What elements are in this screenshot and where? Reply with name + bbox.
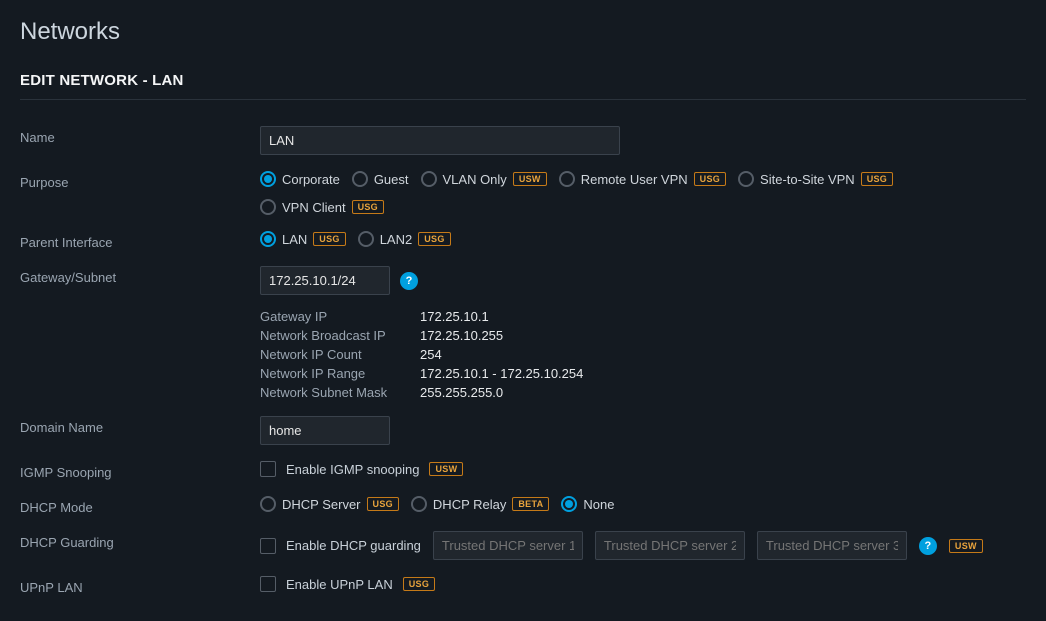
radio-label: Corporate <box>282 172 340 187</box>
name-input[interactable] <box>260 126 620 155</box>
radio-label: LAN2 <box>380 232 413 247</box>
row-dhcp-mode: DHCP Mode DHCP Server USG DHCP Relay BET… <box>20 496 1026 515</box>
radio-icon <box>738 171 754 187</box>
igmp-snooping-checkbox[interactable] <box>260 461 276 477</box>
label-name: Name <box>20 126 260 145</box>
edit-network-form: Name Purpose Corporate Guest VLAN Only U… <box>0 100 1046 621</box>
radio-label: LAN <box>282 232 307 247</box>
row-name: Name <box>20 126 1026 155</box>
dhcp-relay[interactable]: DHCP Relay BETA <box>411 496 550 512</box>
purpose-guest[interactable]: Guest <box>352 171 409 187</box>
purpose-vlan-only[interactable]: VLAN Only USW <box>421 171 547 187</box>
dhcp-server[interactable]: DHCP Server USG <box>260 496 399 512</box>
row-parent-interface: Parent Interface LAN USG LAN2 USG <box>20 231 1026 250</box>
radio-label: Site-to-Site VPN <box>760 172 855 187</box>
badge-usg: USG <box>403 577 435 591</box>
purpose-corporate[interactable]: Corporate <box>260 171 340 187</box>
badge-beta: BETA <box>512 497 549 511</box>
help-icon[interactable]: ? <box>400 272 418 290</box>
radio-icon <box>352 171 368 187</box>
row-igmp-snooping: IGMP Snooping Enable IGMP snooping USW <box>20 461 1026 480</box>
checkbox-label: Enable DHCP guarding <box>286 538 421 553</box>
info-val: 254 <box>420 347 583 362</box>
badge-usg: USG <box>367 497 399 511</box>
info-key: Network IP Range <box>260 366 420 381</box>
radio-icon <box>260 171 276 187</box>
info-key: Gateway IP <box>260 309 420 324</box>
section-title: EDIT NETWORK - LAN <box>0 58 1046 99</box>
radio-label: DHCP Server <box>282 497 361 512</box>
badge-usg: USG <box>694 172 726 186</box>
purpose-s2s-vpn[interactable]: Site-to-Site VPN USG <box>738 171 893 187</box>
radio-label: Remote User VPN <box>581 172 688 187</box>
badge-usw: USW <box>429 462 463 476</box>
trusted-dhcp-1-input[interactable] <box>433 531 583 560</box>
badge-usg: USG <box>861 172 893 186</box>
info-val: 255.255.255.0 <box>420 385 583 400</box>
label-parent-interface: Parent Interface <box>20 231 260 250</box>
checkbox-label: Enable IGMP snooping <box>286 462 419 477</box>
radio-icon <box>421 171 437 187</box>
label-upnp-lan: UPnP LAN <box>20 576 260 595</box>
radio-label: None <box>583 497 614 512</box>
badge-usg: USG <box>352 200 384 214</box>
info-val: 172.25.10.255 <box>420 328 583 343</box>
gateway-info: Gateway IP 172.25.10.1 Network Broadcast… <box>260 309 583 400</box>
radio-icon <box>411 496 427 512</box>
label-dhcp-guarding: DHCP Guarding <box>20 531 260 550</box>
badge-usw: USW <box>513 172 547 186</box>
domain-name-input[interactable] <box>260 416 390 445</box>
trusted-dhcp-3-input[interactable] <box>757 531 907 560</box>
label-purpose: Purpose <box>20 171 260 190</box>
info-key: Network Broadcast IP <box>260 328 420 343</box>
row-dhcp-guarding: DHCP Guarding Enable DHCP guarding ? USW <box>20 531 1026 560</box>
radio-label: VPN Client <box>282 200 346 215</box>
row-upnp-lan: UPnP LAN Enable UPnP LAN USG <box>20 576 1026 595</box>
radio-icon <box>358 231 374 247</box>
radio-label: Guest <box>374 172 409 187</box>
info-val: 172.25.10.1 <box>420 309 583 324</box>
label-gateway-subnet: Gateway/Subnet <box>20 266 260 285</box>
radio-icon <box>260 199 276 215</box>
page-title: Networks <box>0 0 1046 58</box>
dhcp-guarding-checkbox[interactable] <box>260 538 276 554</box>
radio-icon <box>559 171 575 187</box>
row-purpose: Purpose Corporate Guest VLAN Only USW Re… <box>20 171 1026 215</box>
label-dhcp-mode: DHCP Mode <box>20 496 260 515</box>
radio-icon <box>561 496 577 512</box>
row-domain-name: Domain Name <box>20 416 1026 445</box>
dhcp-none[interactable]: None <box>561 496 614 512</box>
info-key: Network Subnet Mask <box>260 385 420 400</box>
label-igmp-snooping: IGMP Snooping <box>20 461 260 480</box>
radio-label: DHCP Relay <box>433 497 506 512</box>
purpose-vpn-client[interactable]: VPN Client USG <box>260 199 384 215</box>
badge-usg: USG <box>418 232 450 246</box>
row-gateway-subnet: Gateway/Subnet ? Gateway IP 172.25.10.1 … <box>20 266 1026 400</box>
info-val: 172.25.10.1 - 172.25.10.254 <box>420 366 583 381</box>
help-icon[interactable]: ? <box>919 537 937 555</box>
badge-usg: USG <box>313 232 345 246</box>
radio-label: VLAN Only <box>443 172 507 187</box>
purpose-remote-vpn[interactable]: Remote User VPN USG <box>559 171 726 187</box>
parent-lan2[interactable]: LAN2 USG <box>358 231 451 247</box>
trusted-dhcp-2-input[interactable] <box>595 531 745 560</box>
radio-icon <box>260 496 276 512</box>
label-domain-name: Domain Name <box>20 416 260 435</box>
gateway-subnet-input[interactable] <box>260 266 390 295</box>
badge-usw: USW <box>949 539 983 553</box>
checkbox-label: Enable UPnP LAN <box>286 577 393 592</box>
info-key: Network IP Count <box>260 347 420 362</box>
parent-lan[interactable]: LAN USG <box>260 231 346 247</box>
radio-icon <box>260 231 276 247</box>
upnp-lan-checkbox[interactable] <box>260 576 276 592</box>
